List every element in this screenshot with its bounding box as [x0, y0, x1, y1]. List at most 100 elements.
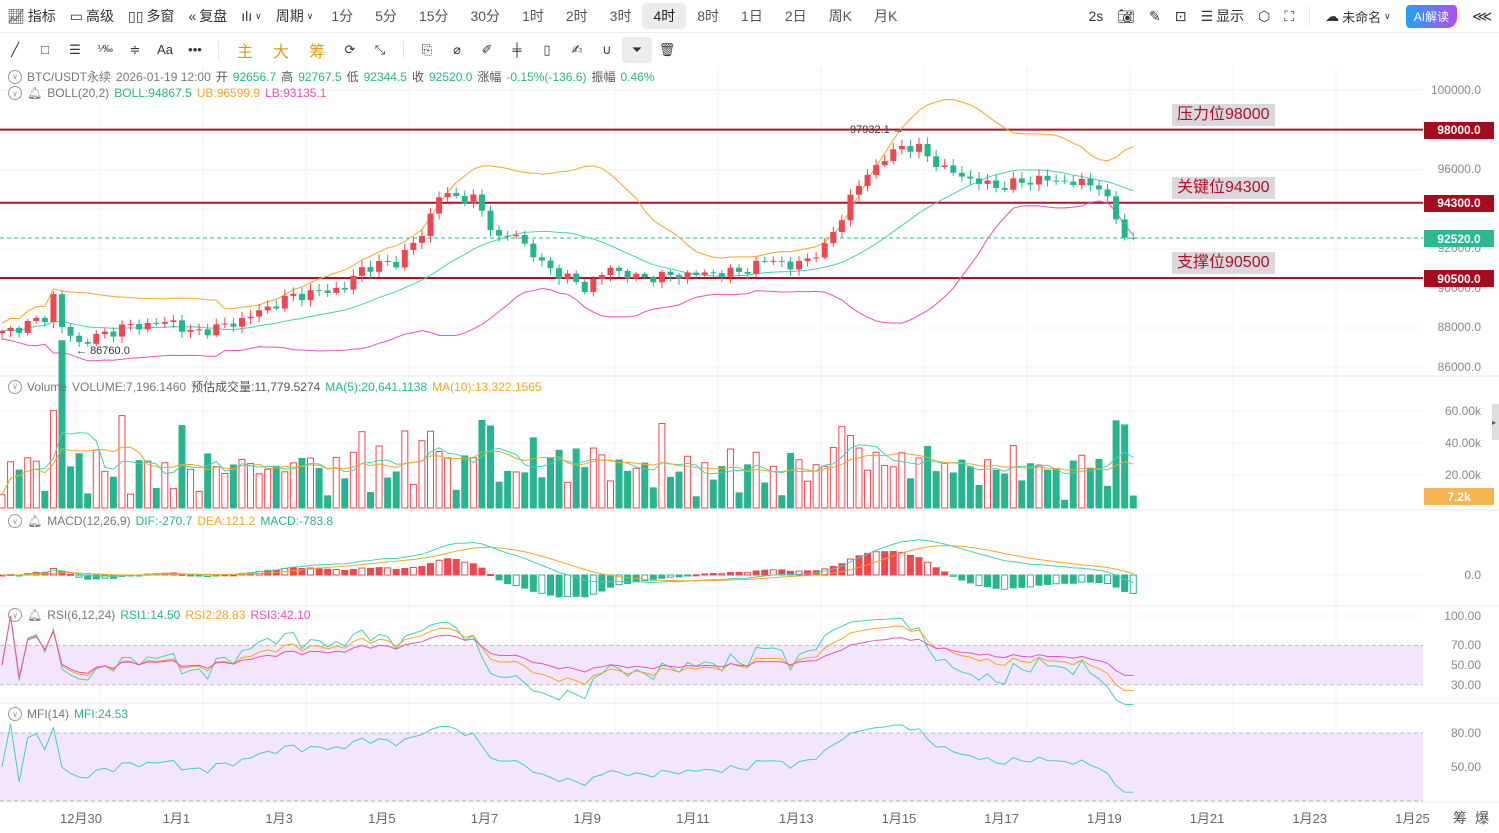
macd-histogram-bar — [512, 574, 520, 587]
volume-bar — [889, 466, 897, 509]
macd-histogram-bar — [452, 558, 460, 576]
bell-icon[interactable]: 🔔︎ — [27, 86, 42, 100]
candle-body — [1018, 178, 1025, 183]
candle-body — [316, 290, 323, 292]
macd-histogram-bar — [1104, 574, 1112, 585]
macd-histogram-bar — [941, 571, 949, 576]
candle-body — [624, 270, 631, 279]
candle-body — [633, 273, 640, 279]
volume-bar — [247, 463, 255, 509]
macd-histogram-bar — [701, 573, 709, 576]
macd-histogram-bar — [675, 574, 683, 578]
macd-histogram-bar — [949, 574, 957, 577]
bell-icon[interactable]: 🔔︎ — [27, 608, 42, 622]
collapse-icon[interactable]: ∨ — [8, 69, 22, 84]
volume-bar — [1052, 467, 1060, 509]
level-price-tag: 90500.0 — [1424, 270, 1494, 287]
candle-body — [881, 161, 888, 166]
date-label: 1月15 — [881, 811, 917, 826]
macd-histogram-bar — [975, 574, 983, 587]
candle-body — [298, 293, 305, 301]
macd-histogram-bar — [418, 566, 426, 576]
macd-histogram-bar — [769, 569, 777, 576]
candle-body — [641, 273, 648, 278]
date-label: 12月30 — [60, 811, 102, 826]
volume-bar — [486, 425, 494, 509]
volume-bar — [41, 490, 49, 509]
macd-histogram-bar — [881, 551, 889, 576]
candle-body — [24, 320, 31, 333]
candle-body — [418, 235, 425, 243]
candle-body — [504, 235, 511, 237]
liquidation-toggle[interactable]: 爆 — [1475, 808, 1489, 828]
volume-bar — [1061, 499, 1069, 509]
collapse-icon[interactable]: ∨ — [8, 608, 22, 622]
chips-toggle[interactable]: 筹 — [1453, 808, 1467, 828]
macd-histogram-bar — [324, 568, 332, 576]
collapse-icon[interactable]: ∨ — [8, 514, 22, 528]
volume-bar — [478, 419, 486, 509]
volume-bar — [632, 467, 640, 509]
collapse-icon[interactable]: ∨ — [8, 707, 22, 721]
candle-body — [67, 326, 74, 336]
volume-bar — [341, 478, 349, 509]
bell-icon[interactable]: 🔔︎ — [27, 514, 42, 528]
volume-bar — [169, 488, 177, 509]
macd-histogram-bar — [486, 574, 494, 577]
macd-histogram-bar — [75, 574, 83, 578]
candle-body — [324, 290, 331, 293]
macd-histogram-bar — [581, 574, 589, 598]
macd-histogram-bar — [1044, 574, 1052, 585]
candle-body — [564, 273, 571, 279]
macd-histogram-bar — [358, 567, 366, 576]
macd-histogram-bar — [461, 561, 469, 576]
volume-bar — [84, 493, 92, 509]
side-panel-toggle[interactable]: ▸ — [1492, 404, 1499, 440]
candle-body — [221, 323, 228, 325]
volume-bar — [726, 448, 734, 509]
collapse-icon[interactable]: ∨ — [8, 379, 22, 394]
candle-body — [761, 260, 768, 262]
candle-body — [281, 295, 288, 309]
macd-histogram-bar — [555, 574, 563, 598]
level-note[interactable]: 支撑位90500 — [1172, 252, 1275, 274]
volume-bar — [709, 479, 717, 509]
macd-histogram-bar — [229, 574, 237, 577]
candle-body — [401, 250, 408, 268]
volume-bar — [1009, 445, 1017, 509]
candle-body — [804, 258, 811, 261]
candle-body — [50, 294, 57, 323]
volume-bar — [427, 430, 434, 509]
candle-body — [787, 261, 794, 270]
candle-body — [93, 334, 100, 344]
macd-histogram-bar — [1052, 574, 1060, 585]
candle-body — [701, 272, 708, 275]
level-note[interactable]: 关键位94300 — [1172, 176, 1275, 199]
level-price-tag: 94300.0 — [1424, 194, 1494, 212]
candle-body — [367, 267, 374, 272]
candle-body — [333, 287, 340, 293]
candle-body — [127, 324, 134, 326]
candle-body — [530, 243, 537, 258]
volume-bar — [444, 457, 452, 509]
candle-body — [427, 213, 434, 236]
candle-body — [770, 260, 777, 262]
level-note[interactable]: 压力位98000 — [1172, 103, 1275, 126]
volume-bar — [435, 450, 443, 509]
volume-bar — [958, 459, 966, 509]
volume-bar — [641, 462, 649, 509]
volume-bar — [24, 457, 32, 509]
candle-body — [864, 174, 871, 186]
macd-histogram-bar — [718, 573, 726, 576]
macd-histogram-bar — [752, 570, 760, 576]
candle-body — [744, 271, 751, 274]
volume-bar — [538, 477, 546, 509]
macd-histogram-bar — [872, 551, 880, 576]
candle-body — [856, 185, 862, 195]
candle-body — [290, 293, 297, 296]
candle-body — [264, 306, 271, 311]
collapse-icon[interactable]: ∨ — [8, 86, 22, 100]
volume-bar — [589, 447, 597, 509]
candle-body — [718, 273, 725, 277]
candle-body — [547, 260, 554, 269]
